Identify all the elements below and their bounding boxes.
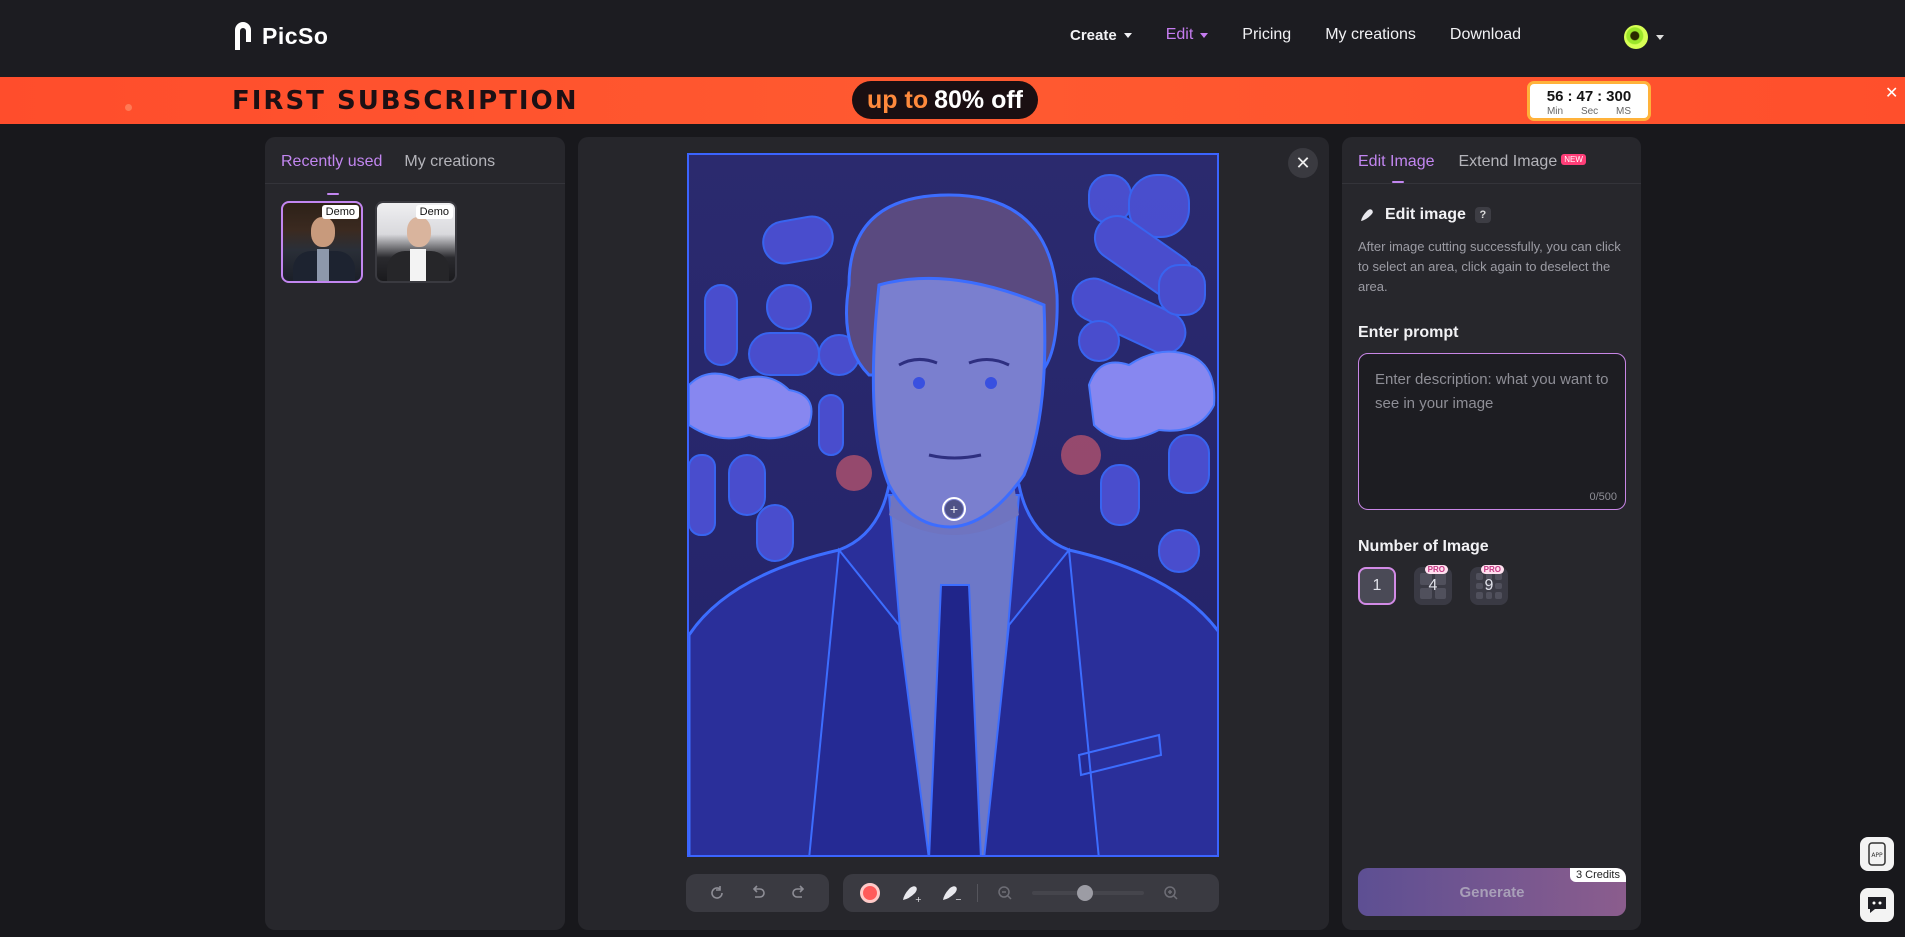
thumbnail-list: Demo Demo	[265, 184, 565, 300]
thumb-figure	[317, 249, 329, 281]
redo-icon[interactable]	[786, 880, 812, 906]
svg-text:APP: APP	[1871, 852, 1883, 859]
prompt-input[interactable]	[1359, 354, 1625, 509]
countdown-label-sec: Sec	[1580, 106, 1599, 117]
phone-icon: APP	[1868, 842, 1886, 866]
edit-tabs: Edit Image Extend Image NEW	[1342, 137, 1641, 184]
count-value: 9	[1484, 577, 1494, 594]
number-of-image-label: Number of Image	[1358, 538, 1489, 555]
tab-my-creations[interactable]: My creations	[404, 153, 495, 183]
demo-badge: Demo	[321, 205, 359, 219]
pro-badge: PRO	[1424, 565, 1448, 574]
count-option-9[interactable]: 9 PRO	[1470, 565, 1508, 605]
nav-links: Create Edit Pricing My creations Downloa…	[1070, 26, 1555, 44]
countdown-timer: 56 : 47 : 300 Min Sec MS	[1527, 81, 1651, 121]
chat-icon	[1868, 897, 1886, 913]
promo-prefix: up to	[867, 85, 929, 114]
logo-icon	[235, 22, 251, 50]
nav-create[interactable]: Create	[1070, 27, 1132, 44]
chevron-down-icon	[1200, 32, 1209, 38]
brush-erase-icon[interactable]: −	[937, 880, 963, 906]
nav-download[interactable]: Download	[1450, 26, 1521, 44]
promo-pill: up to 80% off	[852, 81, 1038, 119]
tab-edit-image[interactable]: Edit Image	[1358, 153, 1434, 183]
thumb-figure	[410, 249, 426, 281]
editor-canvas-panel: + ✕ + −	[578, 137, 1329, 930]
countdown-min: 56	[1546, 88, 1564, 105]
tab-recently-used[interactable]: Recently used	[281, 153, 382, 195]
chevron-down-icon	[1123, 32, 1132, 38]
history-toolbar	[686, 874, 829, 912]
number-of-image-options: 1 4 PRO 9 PRO	[1358, 565, 1508, 605]
tab-extend-image-label: Extend Image	[1458, 153, 1558, 170]
slider-knob[interactable]	[1076, 885, 1093, 901]
zoom-in-icon[interactable]	[1158, 880, 1184, 906]
nav-edit-label: Edit	[1165, 26, 1194, 43]
segmentation-overlay: +	[689, 155, 1217, 855]
promo-banner[interactable]: FIRST SUBSCRIPTION up to 80% off 56 : 47…	[0, 77, 1905, 124]
banner-title: FIRST SUBSCRIPTION	[232, 86, 579, 116]
prompt-field: 0/500	[1358, 353, 1626, 510]
close-canvas-button[interactable]: ✕	[1288, 148, 1318, 178]
app-download-button[interactable]: APP	[1860, 837, 1894, 871]
count-value: 1	[1372, 577, 1382, 594]
svg-text:−: −	[955, 895, 961, 904]
chat-button[interactable]	[1860, 888, 1894, 922]
svg-text:+: +	[949, 503, 958, 516]
logo[interactable]: PicSo	[232, 20, 328, 52]
help-icon[interactable]: ?	[1474, 207, 1491, 223]
decorative-dot	[125, 104, 132, 111]
close-icon[interactable]: ✕	[1885, 83, 1898, 103]
avatar-icon	[1624, 25, 1648, 49]
generate-label: Generate	[1459, 883, 1525, 901]
user-menu[interactable]	[1624, 25, 1664, 49]
count-value: 4	[1428, 577, 1438, 594]
nav-my-creations[interactable]: My creations	[1325, 26, 1416, 44]
char-counter: 0/500	[1589, 491, 1617, 503]
countdown-label-ms: MS	[1616, 106, 1632, 117]
nav-edit[interactable]: Edit	[1166, 26, 1209, 44]
new-badge: NEW	[1561, 154, 1586, 166]
logo-text: PicSo	[262, 22, 329, 49]
countdown-ms: 300	[1606, 88, 1632, 105]
zoom-slider[interactable]	[1032, 885, 1144, 901]
brush-add-icon[interactable]: +	[897, 880, 923, 906]
edit-description: After image cutting successfully, you ca…	[1358, 239, 1621, 294]
top-nav: PicSo Create Edit Pricing My creations D…	[0, 0, 1905, 77]
history-tabs: Recently used My creations	[265, 137, 565, 195]
chevron-down-icon	[1656, 34, 1664, 40]
pro-badge: PRO	[1480, 565, 1504, 574]
credits-badge: 3 Credits	[1569, 868, 1626, 882]
divider	[977, 884, 978, 902]
demo-badge: Demo	[415, 205, 453, 219]
thumb-figure	[311, 217, 335, 247]
count-option-4[interactable]: 4 PRO	[1414, 565, 1452, 605]
thumbnail-demo-woman[interactable]: Demo	[375, 201, 457, 283]
edit-settings-panel: Edit Image Extend Image NEW Edit image ? …	[1342, 137, 1641, 930]
promo-value: 80% off	[934, 85, 1023, 114]
brush-icon	[1361, 209, 1373, 221]
edit-image-heading: Edit image ?	[1358, 206, 1491, 224]
brush-toolbar: + −	[843, 874, 1219, 912]
countdown-sec: 47	[1576, 88, 1594, 105]
nav-create-label: Create	[1070, 26, 1117, 44]
zoom-out-icon[interactable]	[992, 880, 1018, 906]
editing-image[interactable]: +	[687, 153, 1219, 857]
count-option-1[interactable]: 1	[1358, 567, 1396, 605]
prompt-label: Enter prompt	[1358, 324, 1459, 341]
history-panel: Recently used My creations Demo Demo	[265, 137, 565, 930]
countdown-sep: :	[1597, 88, 1603, 105]
tab-extend-image[interactable]: Extend Image NEW	[1458, 153, 1586, 171]
generate-button[interactable]: Generate 3 Credits	[1358, 868, 1626, 916]
thumb-figure	[407, 217, 431, 247]
svg-text:+: +	[915, 895, 921, 904]
edit-image-title: Edit image	[1385, 206, 1466, 223]
reset-icon[interactable]	[704, 880, 730, 906]
countdown-sep: :	[1567, 88, 1573, 105]
undo-icon[interactable]	[745, 880, 771, 906]
nav-pricing[interactable]: Pricing	[1242, 26, 1291, 44]
countdown-label-min: Min	[1546, 106, 1564, 117]
thumbnail-demo-man[interactable]: Demo	[281, 201, 363, 283]
record-icon[interactable]	[857, 880, 883, 906]
